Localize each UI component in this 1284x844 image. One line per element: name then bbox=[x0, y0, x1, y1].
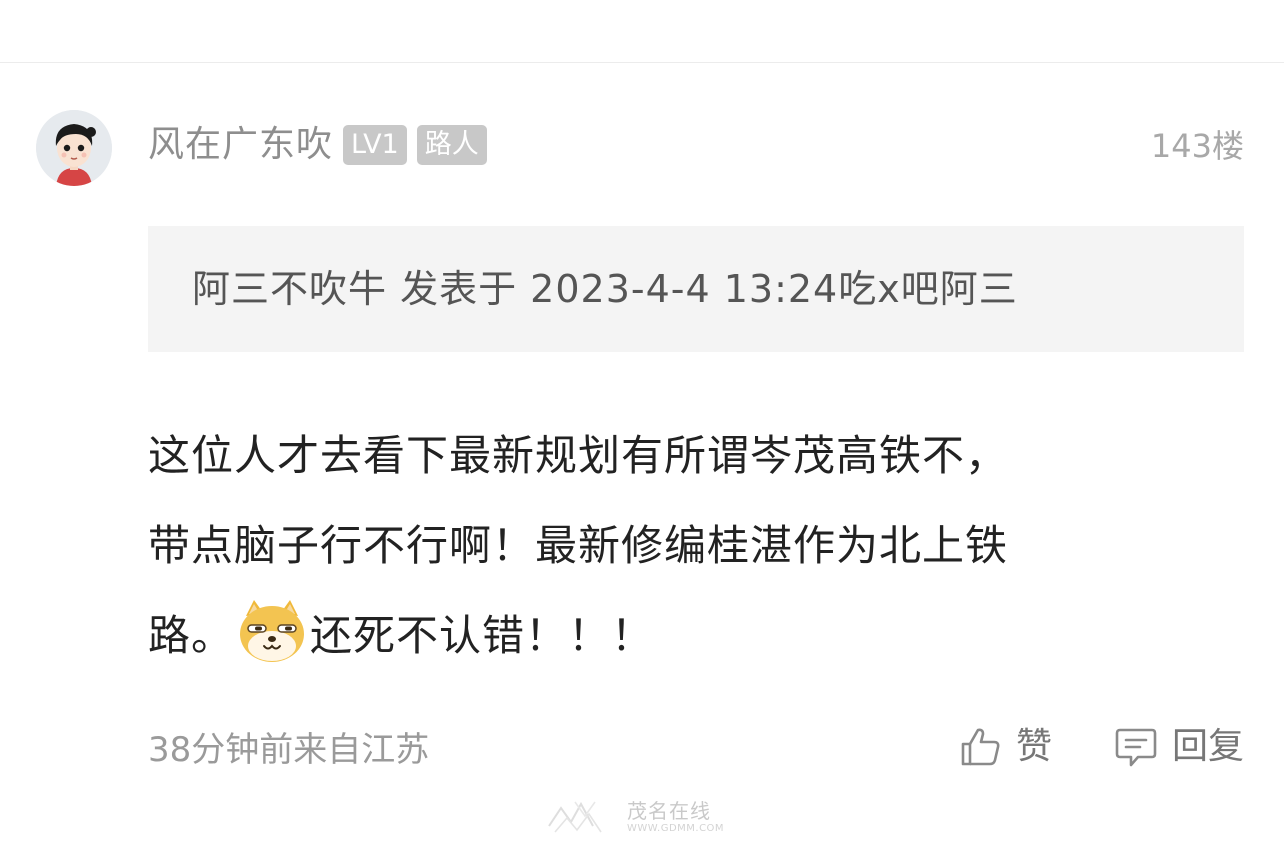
reply-button[interactable]: 回复 bbox=[1114, 725, 1244, 769]
content-text: 还死不认错！！！ bbox=[310, 611, 655, 660]
comment-content: 这位人才去看下最新规划有所谓岑茂高铁不， 带点脑子行不行啊！最新修编桂湛作为北上… bbox=[148, 411, 1228, 681]
thumbs-up-icon bbox=[961, 728, 1000, 766]
content-line: 路。 还死不认错！！！ bbox=[148, 591, 1228, 681]
watermark-text: 茂名在线 WWW.GDMM.COM bbox=[627, 801, 724, 834]
level-badge: LV1 bbox=[343, 125, 407, 165]
watermark-en: WWW.GDMM.COM bbox=[627, 822, 725, 834]
chat-bubble-icon bbox=[1115, 728, 1157, 767]
quoted-post[interactable]: 阿三不吹牛 发表于 2023-4-4 13:24吃x吧阿三 bbox=[148, 226, 1244, 352]
like-button[interactable]: 赞 bbox=[958, 725, 1052, 769]
site-watermark: 茂名在线 WWW.GDMM.COM bbox=[545, 796, 745, 838]
avatar-cartoon-boy-icon bbox=[36, 110, 112, 186]
content-text: 路。 bbox=[148, 611, 235, 660]
user-info-row: 风在广东吹 LV1 路人 bbox=[148, 123, 487, 167]
quote-text: 阿三不吹牛 发表于 2023-4-4 13:24吃x吧阿三 bbox=[192, 267, 1018, 311]
like-label: 赞 bbox=[1015, 726, 1052, 767]
username[interactable]: 风在广东吹 bbox=[148, 123, 333, 167]
site-logo-icon bbox=[548, 801, 602, 833]
doge-emoji-icon bbox=[240, 600, 305, 662]
content-line: 带点脑子行不行啊！最新修编桂湛作为北上铁 bbox=[148, 521, 1009, 570]
avatar[interactable] bbox=[36, 110, 112, 186]
comment-post: 风在广东吹 LV1 路人 143楼 阿三不吹牛 发表于 2023-4-4 13:… bbox=[0, 63, 1284, 844]
reply-label: 回复 bbox=[1171, 726, 1244, 767]
role-badge: 路人 bbox=[416, 125, 487, 165]
post-meta: 38分钟前来自江苏 bbox=[148, 730, 430, 770]
floor-number: 143楼 bbox=[1150, 127, 1244, 165]
post-actions: 赞 回复 bbox=[958, 725, 1244, 769]
content-line: 这位人才去看下最新规划有所谓岑茂高铁不， bbox=[148, 431, 1009, 480]
watermark-cn: 茂名在线 bbox=[627, 798, 711, 823]
